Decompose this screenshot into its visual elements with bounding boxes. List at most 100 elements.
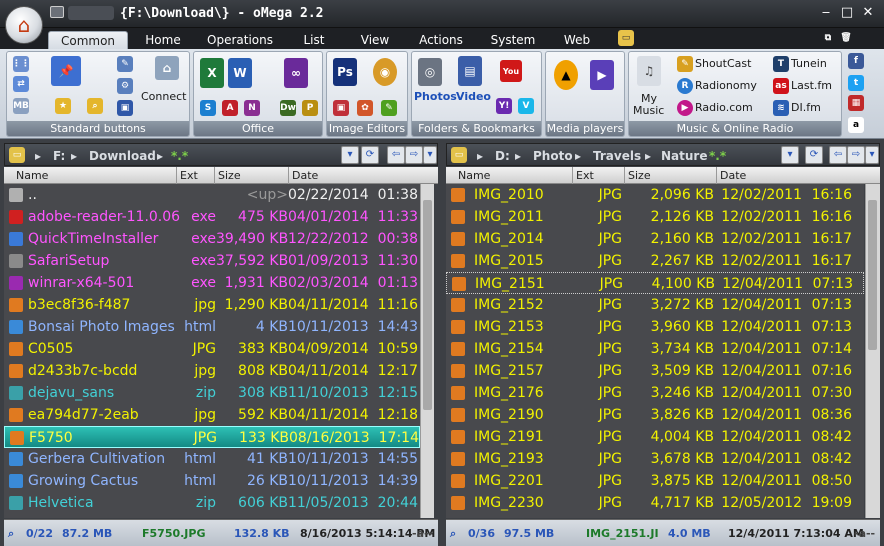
- photos-label[interactable]: Photos: [414, 90, 457, 103]
- path-segment[interactable]: Download: [89, 149, 156, 163]
- file-row[interactable]: IMG_2152 JPG 3,272 KB 12/04/2011 07:13: [446, 294, 864, 316]
- excel-icon[interactable]: X: [200, 58, 224, 88]
- file-row[interactable]: Gerbera Cultivation html 41 KB 10/11/2013 14…: [4, 448, 420, 470]
- minimize-button[interactable]: ‒: [817, 4, 835, 22]
- file-row[interactable]: Growing Cactus html 26 KB 10/11/2013 14:39: [4, 470, 420, 492]
- palette-icon[interactable]: ◉: [373, 58, 397, 86]
- tools-icon[interactable]: ✎: [117, 56, 133, 72]
- path-segment[interactable]: Travels: [593, 149, 641, 163]
- mb-icon[interactable]: MB: [13, 98, 29, 114]
- file-row[interactable]: C0505 JPG 383 KB 04/09/2014 10:59: [4, 338, 420, 360]
- file-row[interactable]: Bonsai Photo Images html 4 KB 10/11/2013 14:…: [4, 316, 420, 338]
- twitter-icon[interactable]: t: [848, 75, 864, 91]
- difm-icon[interactable]: ≋: [773, 100, 789, 116]
- file-row[interactable]: SafariSetup exe 37,592 KB 01/09/2013 11:30: [4, 250, 420, 272]
- path-segment[interactable]: D:: [495, 149, 510, 163]
- history-dropdown-icon[interactable]: ▾: [781, 146, 799, 164]
- back-icon[interactable]: ⇦: [829, 146, 847, 164]
- visual-studio-icon[interactable]: ∞: [284, 58, 308, 88]
- folder-search-icon[interactable]: ⌕: [87, 98, 103, 114]
- path-segment[interactable]: Nature: [661, 149, 707, 163]
- right-scrollbar[interactable]: [865, 184, 880, 518]
- file-row[interactable]: d2433b7c-bcdd jpg 808 KB 04/11/2014 12:17: [4, 360, 420, 382]
- file-row[interactable]: winrar-x64-501 exe 1,931 KB 02/03/2014 01:13: [4, 272, 420, 294]
- tab-home[interactable]: Home: [136, 31, 190, 49]
- column-ext[interactable]: Ext: [180, 169, 198, 182]
- tab-view[interactable]: View: [354, 31, 396, 49]
- star-icon[interactable]: ★: [55, 98, 71, 114]
- undo-redo-buttons[interactable]: [68, 6, 114, 20]
- tab-common[interactable]: Common: [48, 31, 128, 49]
- radio-com-icon[interactable]: ▶: [677, 100, 693, 116]
- film-icon[interactable]: ▤: [458, 56, 482, 86]
- music-folder-icon[interactable]: ♫: [637, 56, 661, 86]
- radio-link-shoutcast[interactable]: ShoutCast: [695, 57, 751, 70]
- select-icon[interactable]: ⋮⋮: [12, 56, 30, 72]
- save-icon[interactable]: ▣: [117, 100, 133, 116]
- amazon-icon[interactable]: a: [848, 117, 864, 133]
- gift-icon[interactable]: ▦: [848, 95, 864, 111]
- path-filter[interactable]: *.*: [171, 149, 188, 163]
- tab-list[interactable]: List: [296, 31, 332, 49]
- vlc-icon[interactable]: ▲: [554, 60, 578, 90]
- panel-splitter[interactable]: [435, 184, 446, 518]
- restore-ribbon-icon[interactable]: ⧉: [820, 30, 836, 46]
- tab-system[interactable]: System: [486, 31, 540, 49]
- skype-icon[interactable]: S: [200, 100, 216, 116]
- app-menu-home-icon[interactable]: ⌂: [5, 6, 43, 44]
- search-icon[interactable]: ⌕: [8, 527, 14, 541]
- refresh-icon[interactable]: ⟳: [805, 146, 823, 164]
- yahoo-icon[interactable]: Y!: [496, 98, 512, 114]
- tunein-icon[interactable]: T: [773, 56, 789, 72]
- search-icon[interactable]: ⌕: [450, 527, 456, 541]
- camera-icon[interactable]: ◎: [418, 58, 442, 86]
- word-icon[interactable]: W: [228, 58, 252, 88]
- folder-icon[interactable]: ▭: [618, 30, 634, 46]
- publisher-icon[interactable]: P: [302, 100, 318, 116]
- column-name[interactable]: Name: [458, 169, 490, 182]
- right-path-bar[interactable]: ▭ ▸ D: ▸ Photo ▸ Travels ▸ Nature *.* ▾ …: [446, 143, 880, 166]
- refresh-icon[interactable]: ⟳: [361, 146, 379, 164]
- facebook-icon[interactable]: f: [848, 53, 864, 69]
- column-name[interactable]: Name: [16, 169, 48, 182]
- file-row[interactable]: IMG_2015 JPG 2,267 KB 12/02/2011 16:17: [446, 250, 864, 272]
- path-filter[interactable]: *.*: [709, 149, 726, 163]
- file-row[interactable]: IMG_2190 JPG 3,826 KB 12/04/2011 08:36: [446, 404, 864, 426]
- radio-link-radiocom[interactable]: Radio.com: [695, 101, 753, 114]
- file-row[interactable]: IMG_2201 JPG 3,875 KB 12/04/2011 08:50: [446, 470, 864, 492]
- tab-web[interactable]: Web: [558, 31, 596, 49]
- scroll-thumb[interactable]: [868, 200, 877, 350]
- tab-operations[interactable]: Operations: [200, 31, 280, 49]
- column-date[interactable]: Date: [292, 169, 318, 182]
- path-segment[interactable]: F:: [53, 149, 65, 163]
- file-row[interactable]: IMG_2014 JPG 2,160 KB 12/02/2011 16:17: [446, 228, 864, 250]
- file-row[interactable]: QuickTimeInstaller exe 39,490 KB 12/22/2012…: [4, 228, 420, 250]
- picture-icon[interactable]: ▣: [333, 100, 349, 116]
- file-row[interactable]: IMG_2154 JPG 3,734 KB 12/04/2011 07:14: [446, 338, 864, 360]
- network-icon[interactable]: ⌂: [155, 56, 179, 80]
- nav-dropdown-icon[interactable]: ▾: [865, 146, 879, 164]
- paint-icon[interactable]: ✿: [357, 100, 373, 116]
- brush-icon[interactable]: ✎: [381, 100, 397, 116]
- scroll-thumb[interactable]: [423, 200, 432, 410]
- connect-label[interactable]: Connect: [141, 90, 186, 103]
- column-size[interactable]: Size: [218, 169, 241, 182]
- column-size[interactable]: Size: [628, 169, 651, 182]
- dreamweaver-icon[interactable]: Dw: [280, 100, 296, 116]
- video-label[interactable]: Video: [456, 90, 491, 103]
- drive-folder-icon[interactable]: ▭: [451, 147, 467, 163]
- column-date[interactable]: Date: [720, 169, 746, 182]
- history-dropdown-icon[interactable]: ▾: [341, 146, 359, 164]
- file-row[interactable]: .. <up> 02/22/2014 01:38: [4, 184, 420, 206]
- file-row[interactable]: F5750 JPG 133 KB 08/16/2013 17:14: [4, 426, 420, 448]
- tab-actions[interactable]: Actions: [414, 31, 468, 49]
- file-row[interactable]: IMG_2191 JPG 4,004 KB 12/04/2011 08:42: [446, 426, 864, 448]
- vimeo-icon[interactable]: V: [518, 98, 534, 114]
- shoutcast-icon[interactable]: ✎: [677, 56, 693, 72]
- compare-icon[interactable]: ⇄: [13, 76, 29, 92]
- gear-icon[interactable]: ⚙: [117, 78, 133, 94]
- access-icon[interactable]: A: [222, 100, 238, 116]
- radio-link-lastfm[interactable]: Last.fm: [791, 79, 832, 92]
- file-row[interactable]: IMG_2011 JPG 2,126 KB 12/02/2011 16:16: [446, 206, 864, 228]
- file-row[interactable]: IMG_2010 JPG 2,096 KB 12/02/2011 16:16: [446, 184, 864, 206]
